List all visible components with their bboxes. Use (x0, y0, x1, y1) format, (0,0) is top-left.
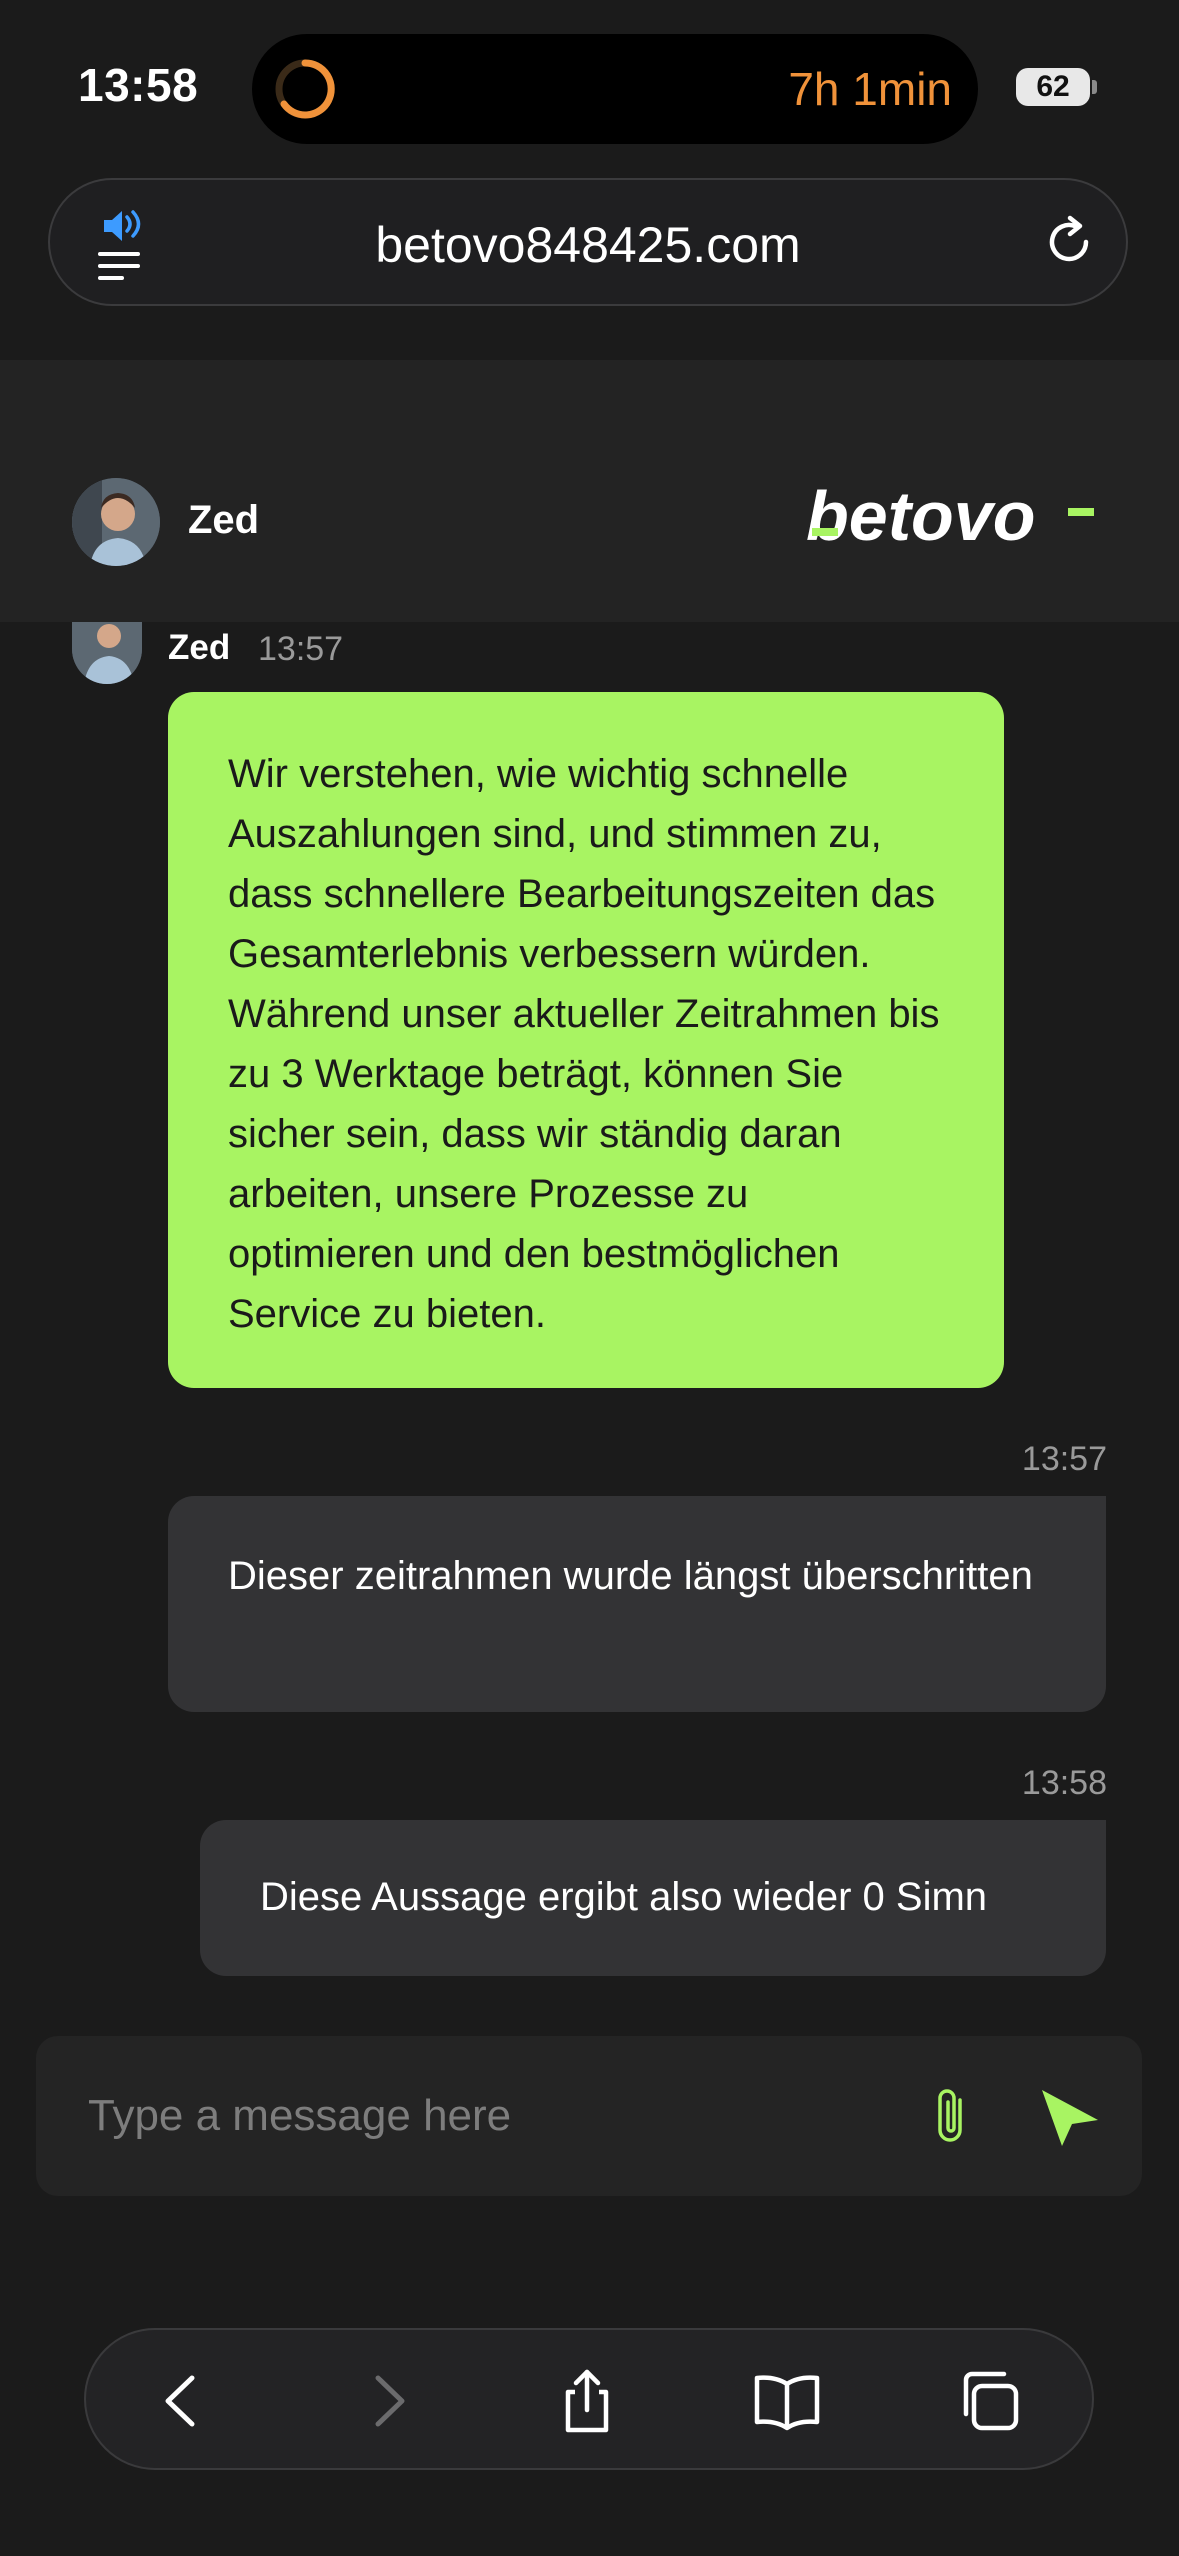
message-input[interactable] (88, 2078, 888, 2154)
timer-ring-icon (275, 59, 335, 119)
message-composer (36, 2036, 1142, 2196)
book-icon[interactable] (750, 2364, 824, 2438)
battery-tip (1092, 80, 1097, 94)
status-time: 13:58 (78, 59, 199, 111)
betovo-logo: betovo (806, 480, 1094, 555)
message-sender: Zed (168, 628, 231, 667)
activity-timer: 7h 1min (788, 63, 952, 115)
url-text[interactable]: betovo848425.com (50, 216, 1126, 274)
address-bar[interactable]: betovo848425.com (48, 178, 1128, 306)
message-time: 13:57 (258, 630, 344, 668)
forward-icon[interactable] (350, 2364, 424, 2438)
browser-toolbar (84, 2328, 1094, 2470)
message-time: 13:57 (1021, 1440, 1107, 1478)
user-message-bubble: Dieser zeitrahmen wurde längst überschri… (168, 1496, 1106, 1712)
battery-indicator: 62 (1016, 68, 1090, 106)
svg-text:betovo: betovo (806, 480, 1035, 555)
share-icon[interactable] (550, 2364, 624, 2438)
user-message-bubble: Diese Aussage ergibt also wieder 0 Simn (200, 1820, 1106, 1976)
reload-icon[interactable] (1040, 212, 1100, 272)
back-icon[interactable] (146, 2364, 220, 2438)
agent-message-bubble: Wir verstehen, wie wichtig schnelle Ausz… (168, 692, 1004, 1388)
dynamic-island[interactable]: 7h 1min (252, 34, 978, 144)
agent-avatar (72, 478, 160, 566)
agent-name: Zed (188, 498, 260, 542)
send-icon[interactable] (1032, 2080, 1108, 2156)
tabs-icon[interactable] (952, 2364, 1026, 2438)
message-time: 13:58 (1021, 1764, 1107, 1802)
paperclip-icon[interactable] (916, 2082, 986, 2152)
